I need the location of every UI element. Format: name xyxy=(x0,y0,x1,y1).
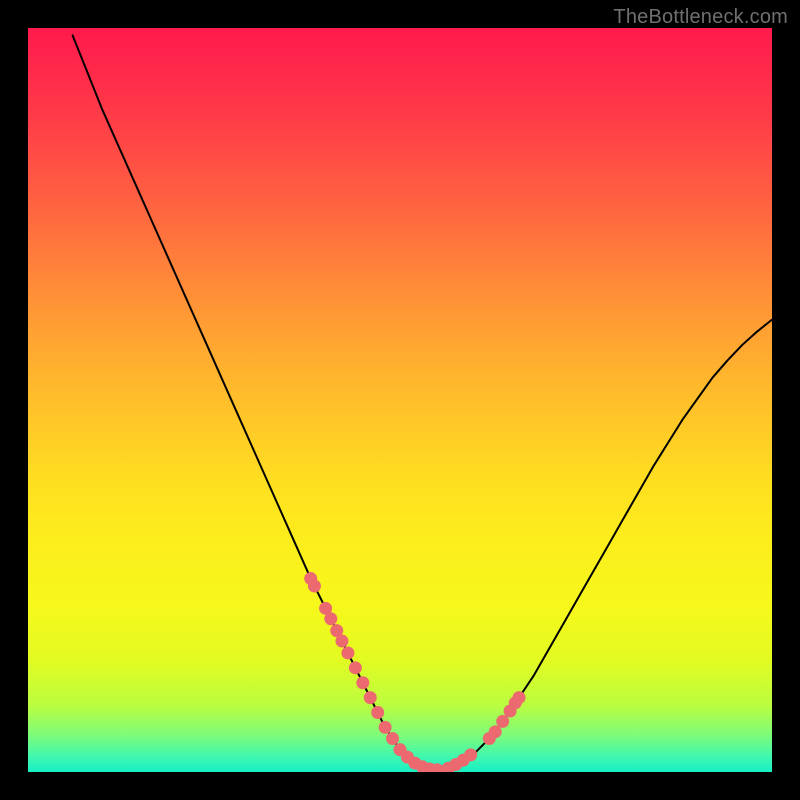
highlight-dot xyxy=(335,635,348,648)
curve-path xyxy=(73,35,772,769)
highlight-dot xyxy=(489,725,502,738)
curve-layer xyxy=(73,35,772,769)
highlight-dot xyxy=(341,646,354,659)
plot-area xyxy=(28,28,772,772)
watermark-text: TheBottleneck.com xyxy=(613,6,788,29)
highlight-dot xyxy=(364,691,377,704)
dots-layer xyxy=(304,572,525,772)
highlight-dot xyxy=(513,691,526,704)
highlight-dot xyxy=(386,732,399,745)
highlight-dot xyxy=(356,676,369,689)
highlight-dot xyxy=(464,748,477,761)
highlight-dot xyxy=(349,661,362,674)
highlight-dot xyxy=(496,715,509,728)
highlight-dot xyxy=(324,612,337,625)
highlight-dot xyxy=(371,706,384,719)
highlight-dot xyxy=(308,580,321,593)
chart-frame: TheBottleneck.com xyxy=(0,0,800,800)
highlight-dot xyxy=(379,721,392,734)
chart-svg xyxy=(28,28,772,772)
